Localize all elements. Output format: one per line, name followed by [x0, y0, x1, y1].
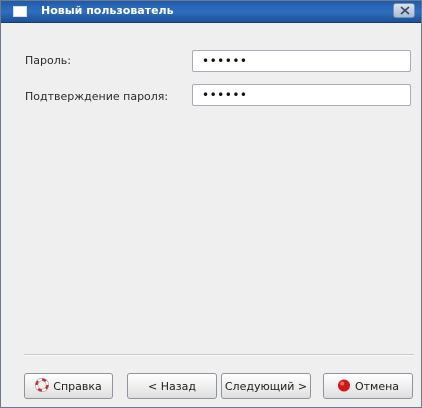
back-button-label: < Назад: [148, 379, 196, 393]
password-field[interactable]: ••••••: [192, 50, 411, 72]
password-label: Пароль:: [25, 54, 71, 67]
help-button-label: Справка: [53, 379, 102, 393]
back-button[interactable]: < Назад: [127, 373, 217, 399]
window-icon: [13, 6, 27, 17]
button-separator: [24, 354, 414, 356]
next-button-label: Следующий >: [224, 379, 308, 393]
window-title: Новый пользователь: [41, 4, 174, 17]
lifebuoy-icon: [35, 377, 50, 395]
cancel-button[interactable]: Отмена: [323, 373, 413, 399]
close-icon: [400, 6, 410, 15]
titlebar[interactable]: Новый пользователь: [1, 1, 421, 23]
confirm-password-field[interactable]: ••••••: [192, 84, 411, 106]
help-button[interactable]: Справка: [24, 373, 113, 399]
confirm-password-label: Подтверждение пароля:: [25, 90, 169, 103]
confirm-password-value: ••••••: [202, 88, 248, 102]
close-button[interactable]: [393, 3, 415, 18]
cancel-button-label: Отмена: [354, 379, 400, 393]
stop-icon: [337, 378, 351, 395]
password-value: ••••••: [202, 54, 248, 68]
next-button[interactable]: Следующий >: [221, 373, 311, 399]
dialog-content: Пароль: •••••• Подтверждение пароля: •••…: [2, 23, 422, 408]
dialog-window: Новый пользователь Пароль: •••••• Подтве…: [0, 0, 422, 408]
